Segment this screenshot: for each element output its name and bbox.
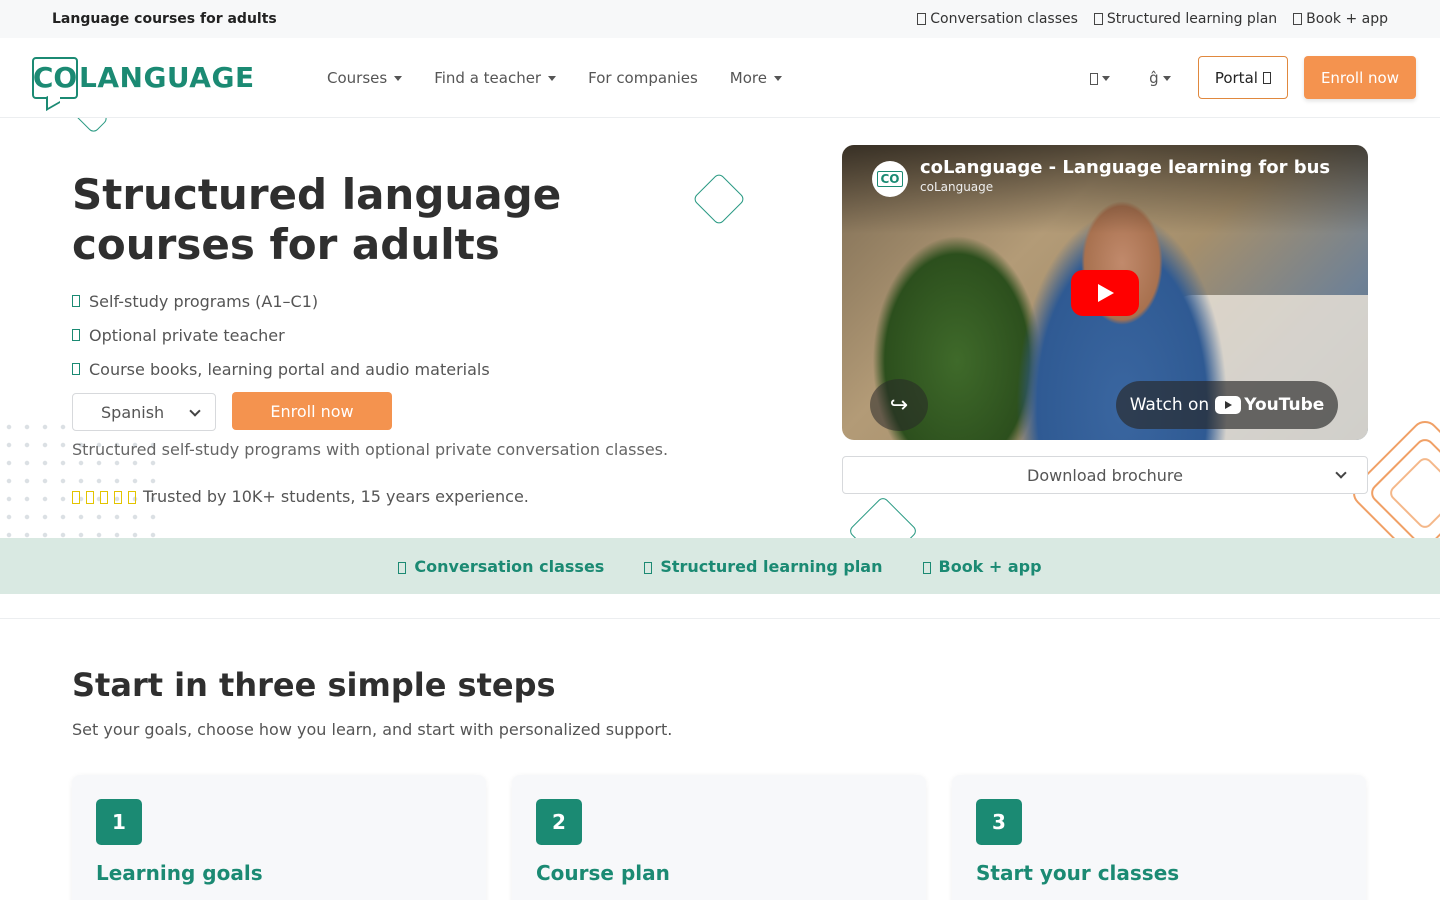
step-card: 2 Course plan <box>512 775 926 900</box>
nav-item-for-companies[interactable]: For companies <box>588 69 698 87</box>
speech-bubble-icon <box>692 172 746 226</box>
top-link-conversation-classes[interactable]: Conversation classes <box>917 11 1078 27</box>
star-icon <box>128 491 136 504</box>
step-title: Start your classes <box>976 861 1180 885</box>
plan-icon <box>644 561 653 574</box>
share-icon[interactable]: ↪ <box>870 379 928 431</box>
top-link-book-app[interactable]: Book + app <box>1293 11 1388 27</box>
feature-item: Course books, learning portal and audio … <box>72 352 490 386</box>
book-icon <box>1293 13 1303 25</box>
caret-down-icon <box>394 75 403 81</box>
hero-title: Structured language courses for adults <box>72 170 562 269</box>
hero-enroll-button[interactable]: Enroll now <box>232 392 392 430</box>
step-number: 1 <box>96 799 142 845</box>
feature-item: Optional private teacher <box>72 318 490 352</box>
star-icon <box>72 491 80 504</box>
channel-avatar[interactable]: CO <box>872 161 908 197</box>
download-brochure-label: Download brochure <box>1027 465 1183 485</box>
language-select[interactable]: Spanish <box>72 393 216 431</box>
feature-list: Self-study programs (A1–C1) Optional pri… <box>72 284 490 386</box>
play-icon[interactable] <box>1071 270 1139 316</box>
caret-down-icon <box>548 75 557 81</box>
steps-title: Start in three simple steps <box>72 666 556 704</box>
top-bar-links: Conversation classes Structured learning… <box>917 11 1388 27</box>
user-icon <box>1089 72 1098 85</box>
nav-item-find-a-teacher[interactable]: Find a teacher <box>434 69 557 87</box>
band-link-structured-learning-plan[interactable]: Structured learning plan <box>644 557 883 576</box>
user-dropdown[interactable] <box>1078 69 1122 87</box>
language-select-value: Spanish <box>101 402 165 422</box>
logo[interactable]: CO LANGUAGE <box>32 56 327 99</box>
youtube-logo-icon: YouTube <box>1215 395 1324 415</box>
hero-section: Structured language courses for adults S… <box>0 95 1440 578</box>
chat-icon <box>398 561 407 574</box>
step-number: 3 <box>976 799 1022 845</box>
steps-subtitle: Set your goals, choose how you learn, an… <box>72 720 673 739</box>
trust-line: Trusted by 10K+ students, 15 years exper… <box>72 487 529 506</box>
band-link-conversation-classes[interactable]: Conversation classes <box>398 557 604 576</box>
band-link-book-app[interactable]: Book + app <box>922 557 1042 576</box>
step-number: 2 <box>536 799 582 845</box>
feature-band: Conversation classes Structured learning… <box>0 538 1440 594</box>
caret-down-icon <box>773 75 782 81</box>
top-link-structured-learning-plan[interactable]: Structured learning plan <box>1093 11 1277 27</box>
star-icon <box>114 491 122 504</box>
nav-actions: ĝ Portal Enroll now <box>1078 56 1416 99</box>
chat-icon <box>917 13 927 25</box>
rating-stars <box>72 487 142 506</box>
logo-mark: CO <box>32 56 78 99</box>
steps-cards: 1 Learning goals 2 Course plan 3 Start y… <box>72 775 1366 900</box>
book-icon <box>922 561 931 574</box>
check-icon <box>72 295 80 307</box>
top-bar-title: Language courses for adults <box>52 11 277 27</box>
star-icon <box>100 491 108 504</box>
nav-item-courses[interactable]: Courses <box>327 69 403 87</box>
step-title: Course plan <box>536 861 670 885</box>
video-channel[interactable]: coLanguage <box>920 180 993 194</box>
top-bar: Language courses for adults Conversation… <box>0 0 1440 38</box>
step-card: 1 Learning goals <box>72 775 486 900</box>
language-dropdown[interactable]: ĝ <box>1138 69 1182 87</box>
chevron-down-icon <box>1335 467 1347 479</box>
check-icon <box>72 329 80 341</box>
hero-subtitle: Structured self-study programs with opti… <box>72 440 669 459</box>
language-icon: ĝ <box>1149 68 1159 87</box>
main-nav: CO LANGUAGE Courses Find a teacher For c… <box>0 38 1440 118</box>
nav-enroll-button[interactable]: Enroll now <box>1303 56 1416 99</box>
step-title: Learning goals <box>96 861 263 885</box>
caret-down-icon <box>1101 75 1110 81</box>
video-player[interactable]: CO coLanguage - Language learning for bu… <box>842 145 1368 440</box>
caret-down-icon <box>1162 75 1171 81</box>
download-brochure-dropdown[interactable]: Download brochure <box>842 456 1368 494</box>
plan-icon <box>1093 13 1103 25</box>
watch-on-youtube-button[interactable]: Watch on YouTube <box>1116 381 1338 429</box>
external-link-icon <box>1262 71 1271 84</box>
step-card: 3 Start your classes <box>952 775 1366 900</box>
nav-menu: Courses Find a teacher For companies Mor… <box>327 69 782 87</box>
divider <box>0 618 1440 619</box>
video-title[interactable]: coLanguage - Language learning for busin… <box>920 157 1330 178</box>
check-icon <box>72 363 80 375</box>
chevron-down-icon <box>189 405 201 417</box>
logo-text: LANGUAGE <box>79 61 255 94</box>
trust-text: Trusted by 10K+ students, 15 years exper… <box>143 487 529 506</box>
star-icon <box>86 491 94 504</box>
portal-button[interactable]: Portal <box>1197 56 1288 99</box>
feature-item: Self-study programs (A1–C1) <box>72 284 490 318</box>
nav-item-more[interactable]: More <box>730 69 782 87</box>
